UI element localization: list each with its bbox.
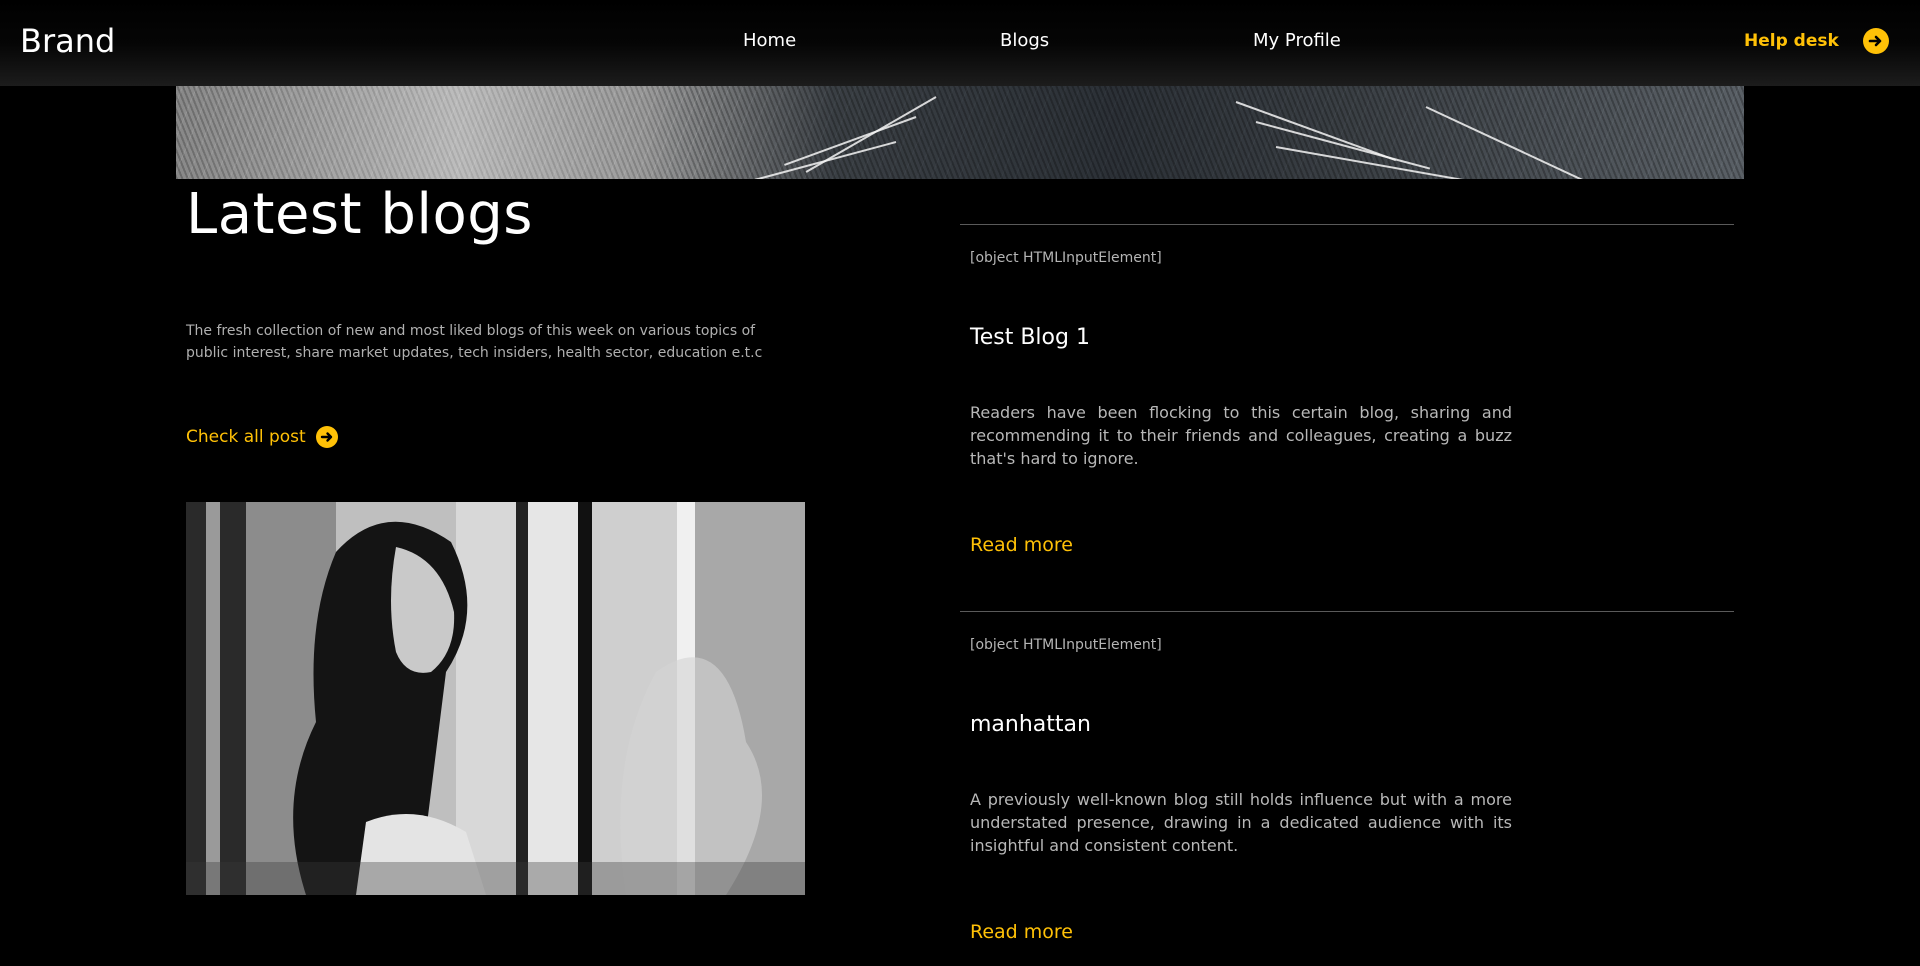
check-all-post-label: Check all post — [186, 427, 306, 447]
post-excerpt: Readers have been flocking to this certa… — [970, 403, 1512, 468]
nav-blogs[interactable]: Blogs — [1000, 30, 1049, 51]
post-meta: [object HTMLInputElement] — [970, 250, 1162, 266]
banner-texture — [176, 86, 1744, 179]
arrow-right-circle-icon — [1862, 28, 1889, 54]
read-more-link[interactable]: Read more — [970, 534, 1073, 556]
post-excerpt: A previously well-known blog still holds… — [970, 790, 1512, 855]
brand-logo[interactable]: Brand — [20, 22, 115, 60]
post-title[interactable]: manhattan — [970, 712, 1091, 737]
blog-post-card: [object HTMLInputElement] Test Blog 1 Re… — [960, 224, 1734, 610]
blogs-intro: Latest blogs The fresh collection of new… — [186, 180, 806, 448]
check-all-post-link[interactable]: Check all post — [186, 426, 338, 448]
page-description: The fresh collection of new and most lik… — [186, 323, 763, 361]
nav-my-profile[interactable]: My Profile — [1253, 30, 1341, 51]
top-navbar: Brand Home Blogs My Profile Help desk — [0, 0, 1920, 86]
help-desk-button[interactable]: Help desk — [1744, 26, 1889, 56]
hero-banner-image — [176, 86, 1744, 179]
arrow-right-circle-icon — [315, 426, 338, 448]
post-title[interactable]: Test Blog 1 — [970, 325, 1090, 350]
read-more-link[interactable]: Read more — [970, 921, 1073, 943]
page-title: Latest blogs — [186, 182, 533, 247]
blog-post-card: [object HTMLInputElement] manhattan A pr… — [960, 611, 1734, 966]
help-desk-label: Help desk — [1744, 31, 1839, 51]
featured-blog-image — [186, 502, 805, 895]
post-meta: [object HTMLInputElement] — [970, 637, 1162, 653]
nav-home[interactable]: Home — [743, 30, 796, 51]
